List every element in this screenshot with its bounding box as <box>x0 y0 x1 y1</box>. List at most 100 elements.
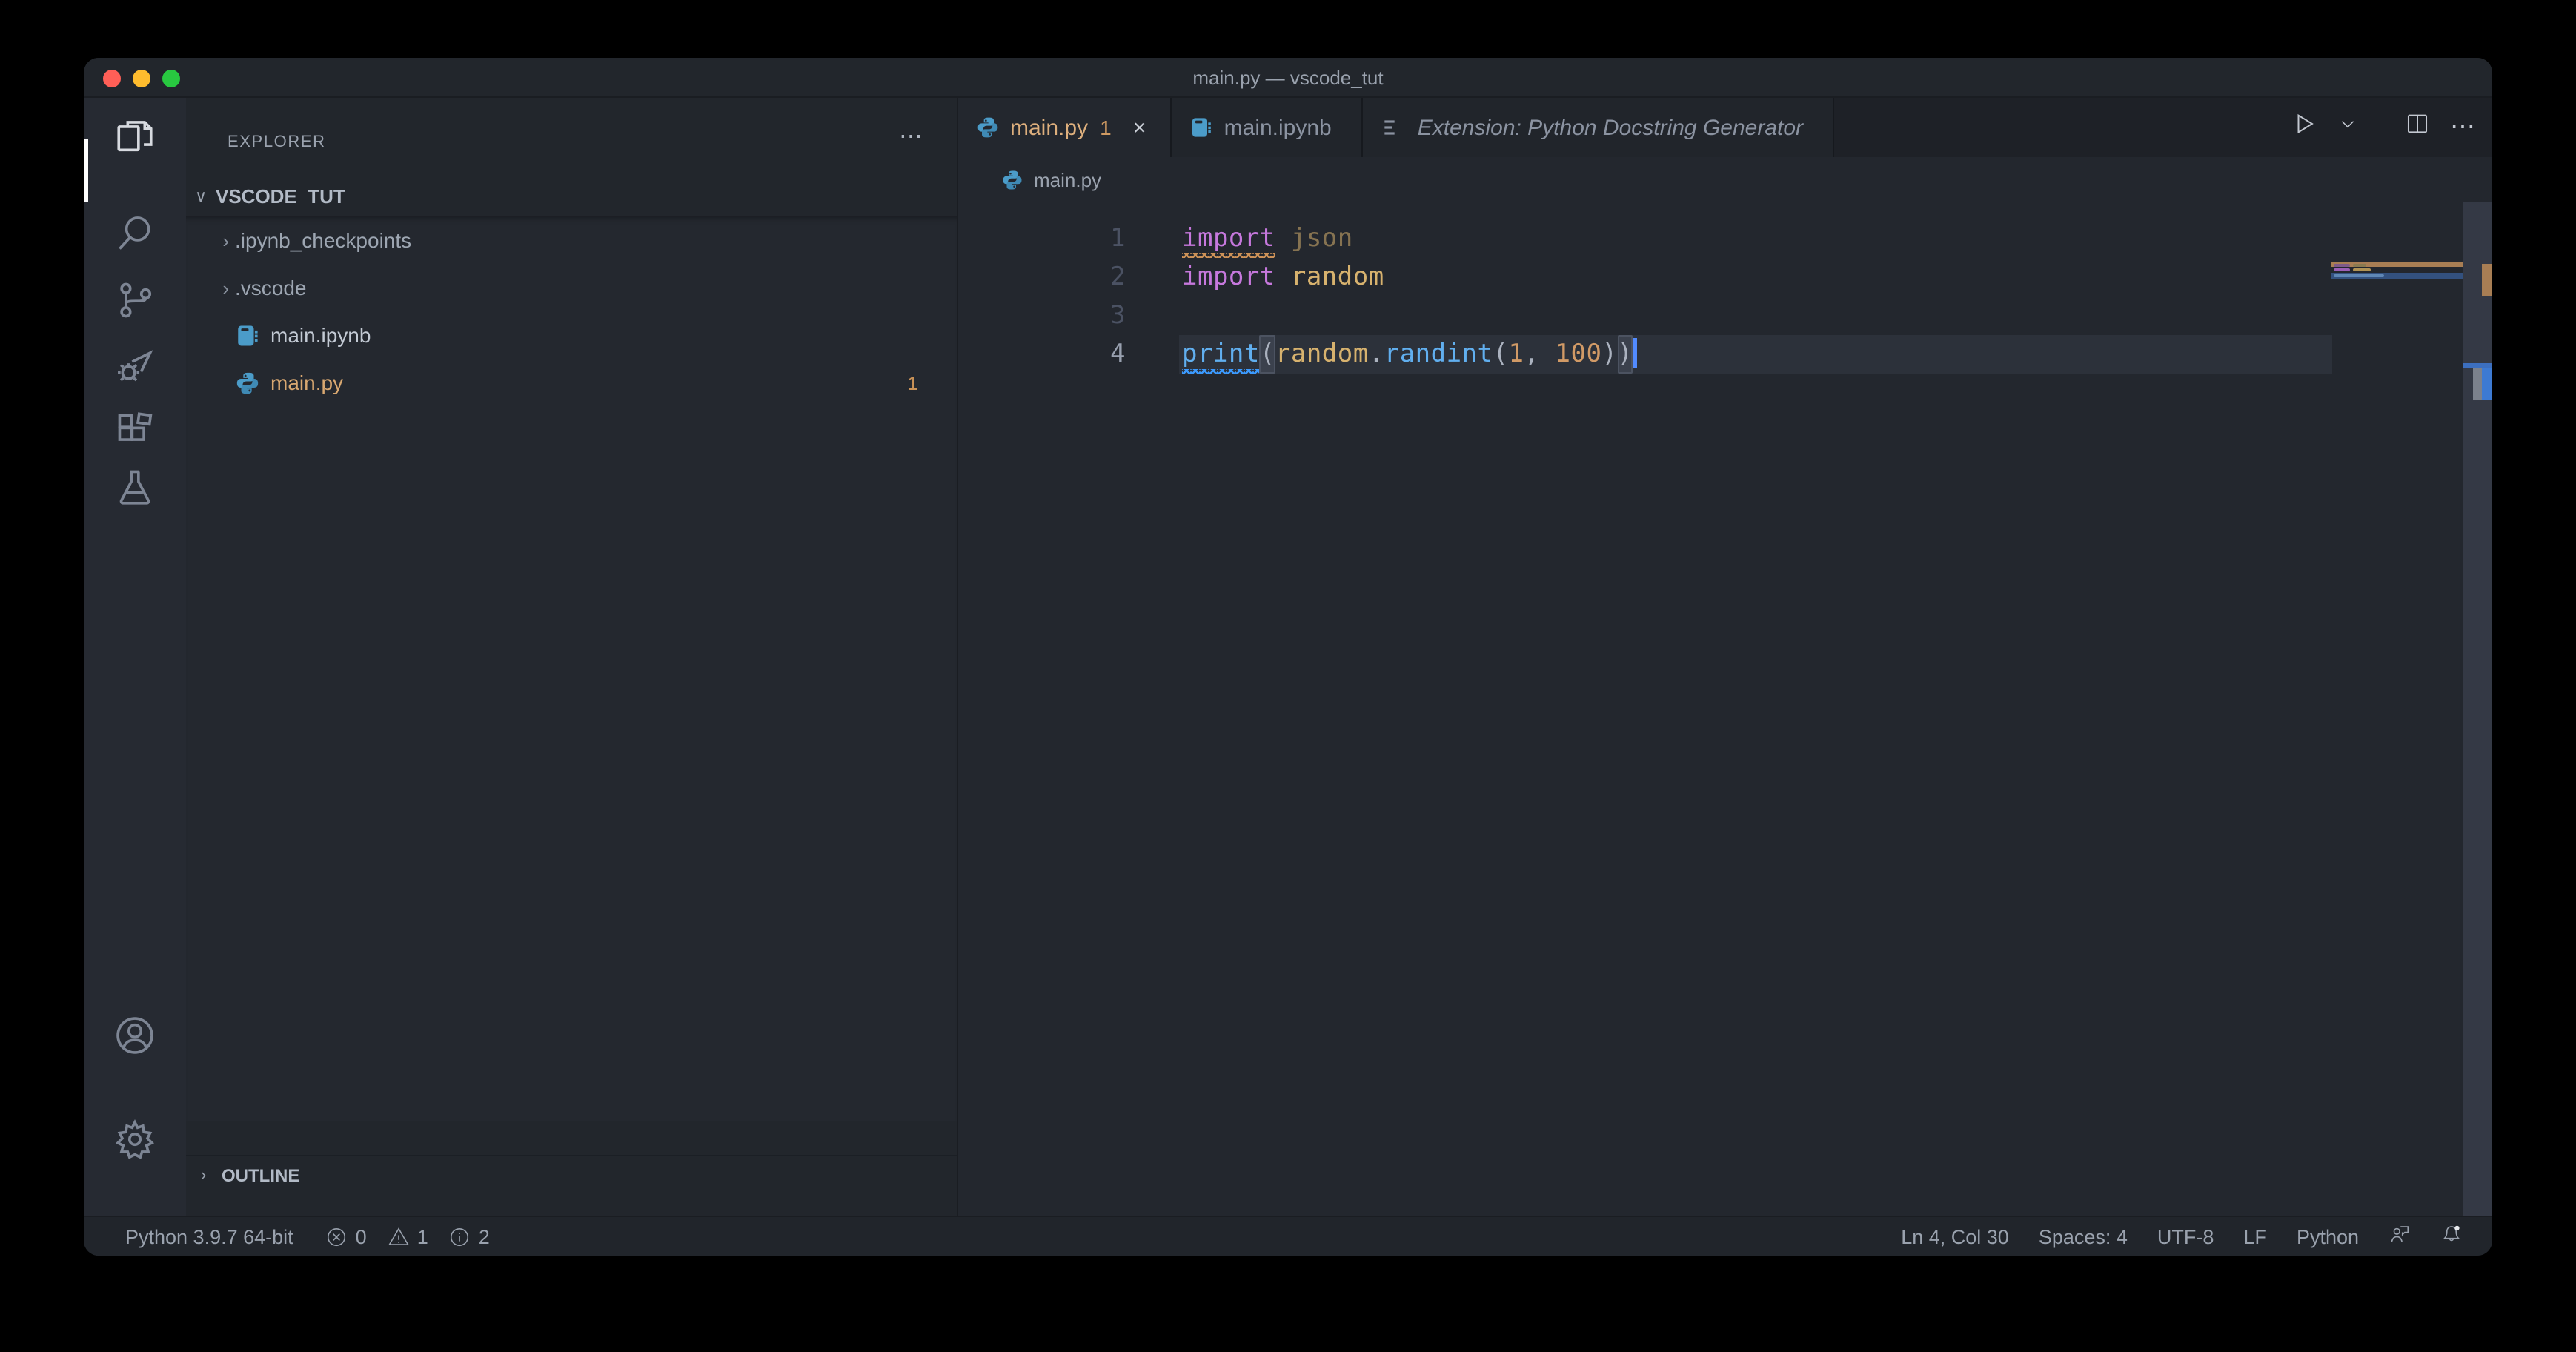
minimap[interactable] <box>2331 202 2463 1216</box>
warning-icon <box>388 1225 410 1247</box>
code-editor[interactable]: 1234 import jsonimport randomprint(rando… <box>958 202 2492 1216</box>
activity-item-testing[interactable] <box>84 458 186 523</box>
warning-count: 1 <box>417 1225 428 1247</box>
editor-group: main.py 1 × main.ipynbExtension: Python Doc… <box>958 98 2492 1216</box>
python-icon <box>235 370 260 395</box>
info-icon <box>449 1225 471 1247</box>
code-token: 1 <box>1509 335 1524 374</box>
active-view-indicator <box>84 139 87 202</box>
bell-icon[interactable] <box>2440 1223 2463 1250</box>
line-number-gutter: 1234 <box>958 219 1126 374</box>
sidebar-header: EXPLORER ⋯ <box>186 98 957 160</box>
tree-item-main-py[interactable]: main.py1 <box>186 359 957 406</box>
code-token: print <box>1182 335 1260 374</box>
error-count: 0 <box>356 1225 367 1247</box>
code-line-4[interactable]: print(random.randint(1, 100)) <box>1179 335 2332 374</box>
overview-warning-mark <box>2482 264 2492 296</box>
sidebar-more-actions-icon[interactable]: ⋯ <box>899 122 924 151</box>
python-interpreter-status[interactable]: Python 3.9.7 64-bit <box>125 1225 293 1247</box>
beaker-icon <box>113 465 156 516</box>
activity-item-explorer[interactable] <box>84 107 186 172</box>
folder-section-header[interactable]: ∨ VSCODE_TUT <box>186 178 957 213</box>
editor-actions: ⋯ <box>2291 98 2477 157</box>
status-ln-4-col-30[interactable]: Ln 4, Col 30 <box>1901 1225 2009 1247</box>
folder-section-label: VSCODE_TUT <box>216 185 345 207</box>
status-python[interactable]: Python <box>2297 1225 2359 1247</box>
code-token: import <box>1182 219 1275 258</box>
close-icon[interactable]: × <box>1126 115 1153 140</box>
account-icon <box>113 1014 156 1064</box>
activity-item-source-control[interactable] <box>84 271 186 337</box>
tree-item--ipynb-checkpoints[interactable]: ›.ipynb_checkpoints <box>186 216 957 264</box>
minimap-code-dash <box>2353 268 2371 271</box>
more-actions-icon[interactable]: ⋯ <box>2450 113 2477 142</box>
bell-icon <box>2440 1223 2463 1250</box>
outline-section-header[interactable]: › OUTLINE <box>186 1155 957 1193</box>
tab-modified-badge: 1 <box>1100 116 1112 139</box>
window-title: main.py — vscode_tut <box>84 58 2492 98</box>
minimap-warning-line <box>2331 262 2463 267</box>
title-bar[interactable]: main.py — vscode_tut <box>84 58 2492 98</box>
activity-item-accounts[interactable] <box>84 1007 186 1072</box>
activity-item-extensions[interactable] <box>84 402 186 467</box>
code-token: json <box>1291 219 1353 258</box>
line-number: 3 <box>958 296 1126 335</box>
tree-item-label: .ipynb_checkpoints <box>235 228 411 252</box>
activity-item-settings[interactable] <box>84 1110 186 1176</box>
code-token: random <box>1275 335 1369 374</box>
python-icon <box>976 116 1000 139</box>
status-spaces-4[interactable]: Spaces: 4 <box>2039 1225 2128 1247</box>
notebook-icon <box>1190 116 1214 139</box>
chevron-right-icon: › <box>186 276 235 299</box>
line-number: 4 <box>958 335 1126 374</box>
scrollbar-overview-ruler[interactable] <box>2463 202 2492 1216</box>
vscode-window: main.py — vscode_tut EXPLORER ⋯ ∨ VSCODE… <box>84 58 2492 1256</box>
python-icon <box>1001 168 1023 190</box>
status-utf-8[interactable]: UTF-8 <box>2157 1225 2214 1247</box>
breadcrumb[interactable]: main.py <box>958 157 2492 202</box>
code-token: . <box>1369 335 1384 374</box>
minimap-code-dash <box>2334 268 2350 271</box>
run-dropdown chevron-down-icon[interactable] <box>2337 114 2357 141</box>
tab-main-py[interactable]: main.py1× <box>958 98 1172 157</box>
tab-extension-python-docstring-generator[interactable]: Extension: Python Docstring Generator <box>1363 98 1834 157</box>
file-tree: ›.ipynb_checkpoints›.vscodemain.ipynbmai… <box>186 216 957 1121</box>
minimap-code-dash <box>2334 263 2350 266</box>
activity-item-run-debug[interactable] <box>84 337 186 402</box>
code-token: random <box>1291 258 1384 296</box>
tab-main-ipynb[interactable]: main.ipynb <box>1172 98 1363 157</box>
sidebar-title: EXPLORER <box>228 133 326 151</box>
notebook-icon <box>235 322 260 348</box>
code-line-1[interactable]: import json <box>1179 219 2332 258</box>
tree-item-label: main.ipynb <box>270 323 371 347</box>
list-icon <box>1381 116 1404 139</box>
overview-cursor-block <box>2482 368 2492 400</box>
code-line-3[interactable] <box>1179 296 2332 335</box>
problems-status[interactable]: 0 1 2 <box>326 1225 490 1247</box>
code-token: randint <box>1384 335 1493 374</box>
code-token: ) <box>1617 335 1633 374</box>
code-line-2[interactable]: import random <box>1179 258 2332 296</box>
chevron-right-icon: › <box>186 229 235 251</box>
minimap-code-dash <box>2334 274 2384 277</box>
chevron-down-icon: ∨ <box>195 186 216 205</box>
feedback-icon[interactable] <box>2389 1223 2411 1250</box>
split-editor-icon[interactable] <box>2404 111 2429 144</box>
code-token: import <box>1182 258 1275 296</box>
activity-item-search[interactable] <box>84 205 186 270</box>
tree-item--vscode[interactable]: ›.vscode <box>186 264 957 311</box>
minimap-code-dash <box>2353 263 2366 266</box>
status-bar: Python 3.9.7 64-bit 0 1 2 Ln 4, Col 30 Sp… <box>84 1216 2492 1256</box>
files-icon <box>113 114 156 165</box>
scrollbar-thumb[interactable] <box>2473 368 2482 400</box>
status-lf[interactable]: LF <box>2243 1225 2267 1247</box>
tree-item-main-ipynb[interactable]: main.ipynb <box>186 311 957 359</box>
code-token: ) <box>1601 335 1617 374</box>
code-token: ( <box>1493 335 1509 374</box>
outline-label: OUTLINE <box>222 1164 299 1185</box>
tree-item-label: main.py <box>270 371 343 394</box>
activity-bar <box>84 98 186 1216</box>
run-debug-icon <box>113 344 156 394</box>
run-button[interactable] <box>2291 111 2317 144</box>
code-content[interactable]: import jsonimport randomprint(random.ran… <box>1179 219 2332 374</box>
